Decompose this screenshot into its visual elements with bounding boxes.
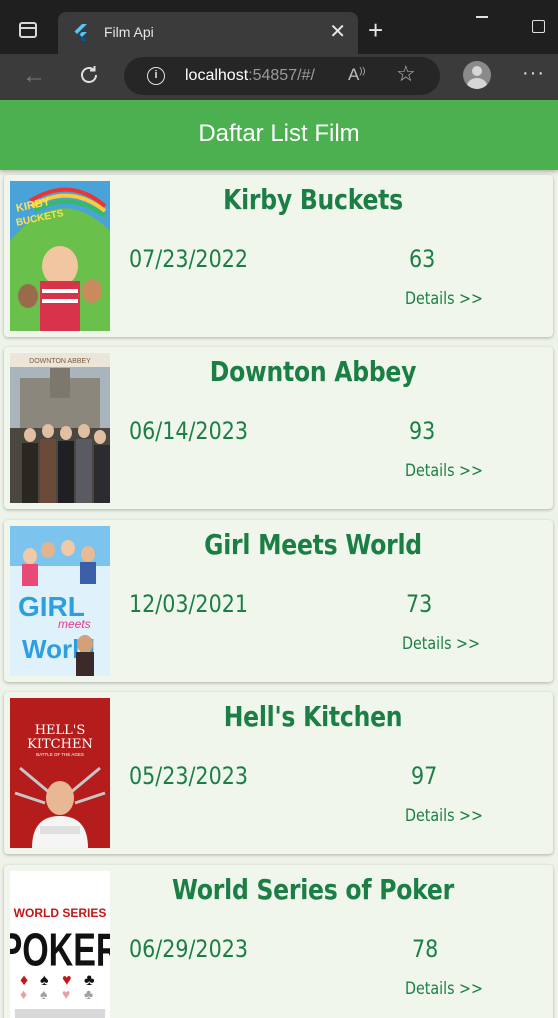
back-arrow-icon[interactable]: ←	[22, 63, 46, 89]
flutter-icon	[74, 24, 87, 41]
sidebar-toggle-icon[interactable]	[19, 22, 37, 38]
film-score: 97	[411, 762, 438, 790]
svg-text:♥: ♥	[62, 986, 70, 1002]
browser-titlebar: Film Api ✕ +	[0, 0, 558, 54]
browser-toolbar: ← i localhost:54857/#/ A)) ☆ ···	[0, 54, 558, 100]
url-text[interactable]: localhost:54857/#/	[185, 67, 315, 85]
read-aloud-icon[interactable]: A))	[348, 65, 365, 85]
film-title: Hell's Kitchen	[223, 700, 403, 733]
film-release-date: 07/23/2022	[129, 245, 248, 273]
svg-text:♣: ♣	[84, 986, 93, 1002]
film-title: World Series of Poker	[172, 873, 454, 906]
film-release-date: 05/23/2023	[129, 762, 248, 790]
page-title: Daftar List Film	[198, 120, 360, 147]
film-card[interactable]: WORLD SERIES POKER ♦ ♠ ♥ ♣ ♦ ♠ ♥ ♣ World…	[4, 865, 553, 1018]
film-card[interactable]: KIRBY BUCKETS Kirby Buckets 07/23/2022 6…	[4, 175, 553, 337]
film-score: 78	[412, 935, 439, 963]
film-release-date: 12/03/2021	[129, 590, 248, 618]
poster-text: DOWNTON ABBEY	[29, 358, 91, 365]
favorite-star-icon[interactable]: ☆	[396, 62, 416, 86]
film-title: Girl Meets World	[204, 528, 422, 561]
film-title: Downton Abbey	[209, 355, 417, 388]
details-link[interactable]: Details >>	[402, 634, 480, 654]
svg-text:♦: ♦	[20, 986, 27, 1002]
poster-text: meets	[58, 617, 91, 631]
minimize-icon[interactable]	[476, 16, 488, 18]
film-release-date: 06/29/2023	[129, 935, 248, 963]
details-link[interactable]: Details >>	[405, 979, 483, 999]
url-host: localhost	[185, 67, 249, 84]
poster-image: WORLD SERIES POKER ♦ ♠ ♥ ♣ ♦ ♠ ♥ ♣	[10, 871, 110, 1018]
url-path: :54857/#/	[248, 67, 315, 84]
film-card[interactable]: HELL'S KITCHEN BATTLE OF THE AGES Hell's…	[4, 692, 553, 854]
poster-image: DOWNTON ABBEY	[10, 353, 110, 503]
profile-avatar-icon[interactable]	[463, 61, 491, 89]
poster-text: KITCHEN	[27, 737, 93, 752]
film-score: 93	[409, 417, 436, 445]
film-release-date: 06/14/2023	[129, 417, 248, 445]
address-bar[interactable]: i localhost:54857/#/ A)) ☆	[124, 57, 440, 95]
poster-image: HELL'S KITCHEN BATTLE OF THE AGES	[10, 698, 110, 848]
film-card[interactable]: DOWNTON ABBEY Downton Abbey 06/14/2023 9…	[4, 347, 553, 509]
tab-title: Film Api	[104, 24, 154, 40]
film-score: 73	[406, 590, 433, 618]
poster-image: KIRBY BUCKETS	[10, 181, 110, 331]
close-tab-icon[interactable]: ✕	[329, 20, 346, 44]
poster-image: GIRL meets World	[10, 526, 110, 676]
maximize-icon[interactable]	[532, 20, 545, 33]
film-score: 63	[409, 245, 436, 273]
site-info-icon[interactable]: i	[147, 67, 165, 85]
svg-text:♠: ♠	[40, 986, 48, 1002]
poster-text: HELL'S	[35, 723, 86, 738]
film-title: Kirby Buckets	[223, 183, 403, 216]
more-menu-icon[interactable]: ···	[522, 62, 545, 85]
browser-tab[interactable]: Film Api ✕	[58, 12, 358, 54]
poster-text: POKER	[10, 923, 110, 975]
app-bar: Daftar List Film	[0, 100, 558, 170]
details-link[interactable]: Details >>	[405, 289, 483, 309]
details-link[interactable]: Details >>	[405, 461, 483, 481]
reload-icon[interactable]	[78, 64, 100, 86]
poster-text: BATTLE OF THE AGES	[36, 752, 84, 757]
film-card[interactable]: GIRL meets World Girl Meets World 12/03/…	[4, 520, 553, 682]
poster-text: WORLD SERIES	[14, 906, 107, 920]
details-link[interactable]: Details >>	[405, 806, 483, 826]
new-tab-icon[interactable]: +	[368, 16, 383, 44]
